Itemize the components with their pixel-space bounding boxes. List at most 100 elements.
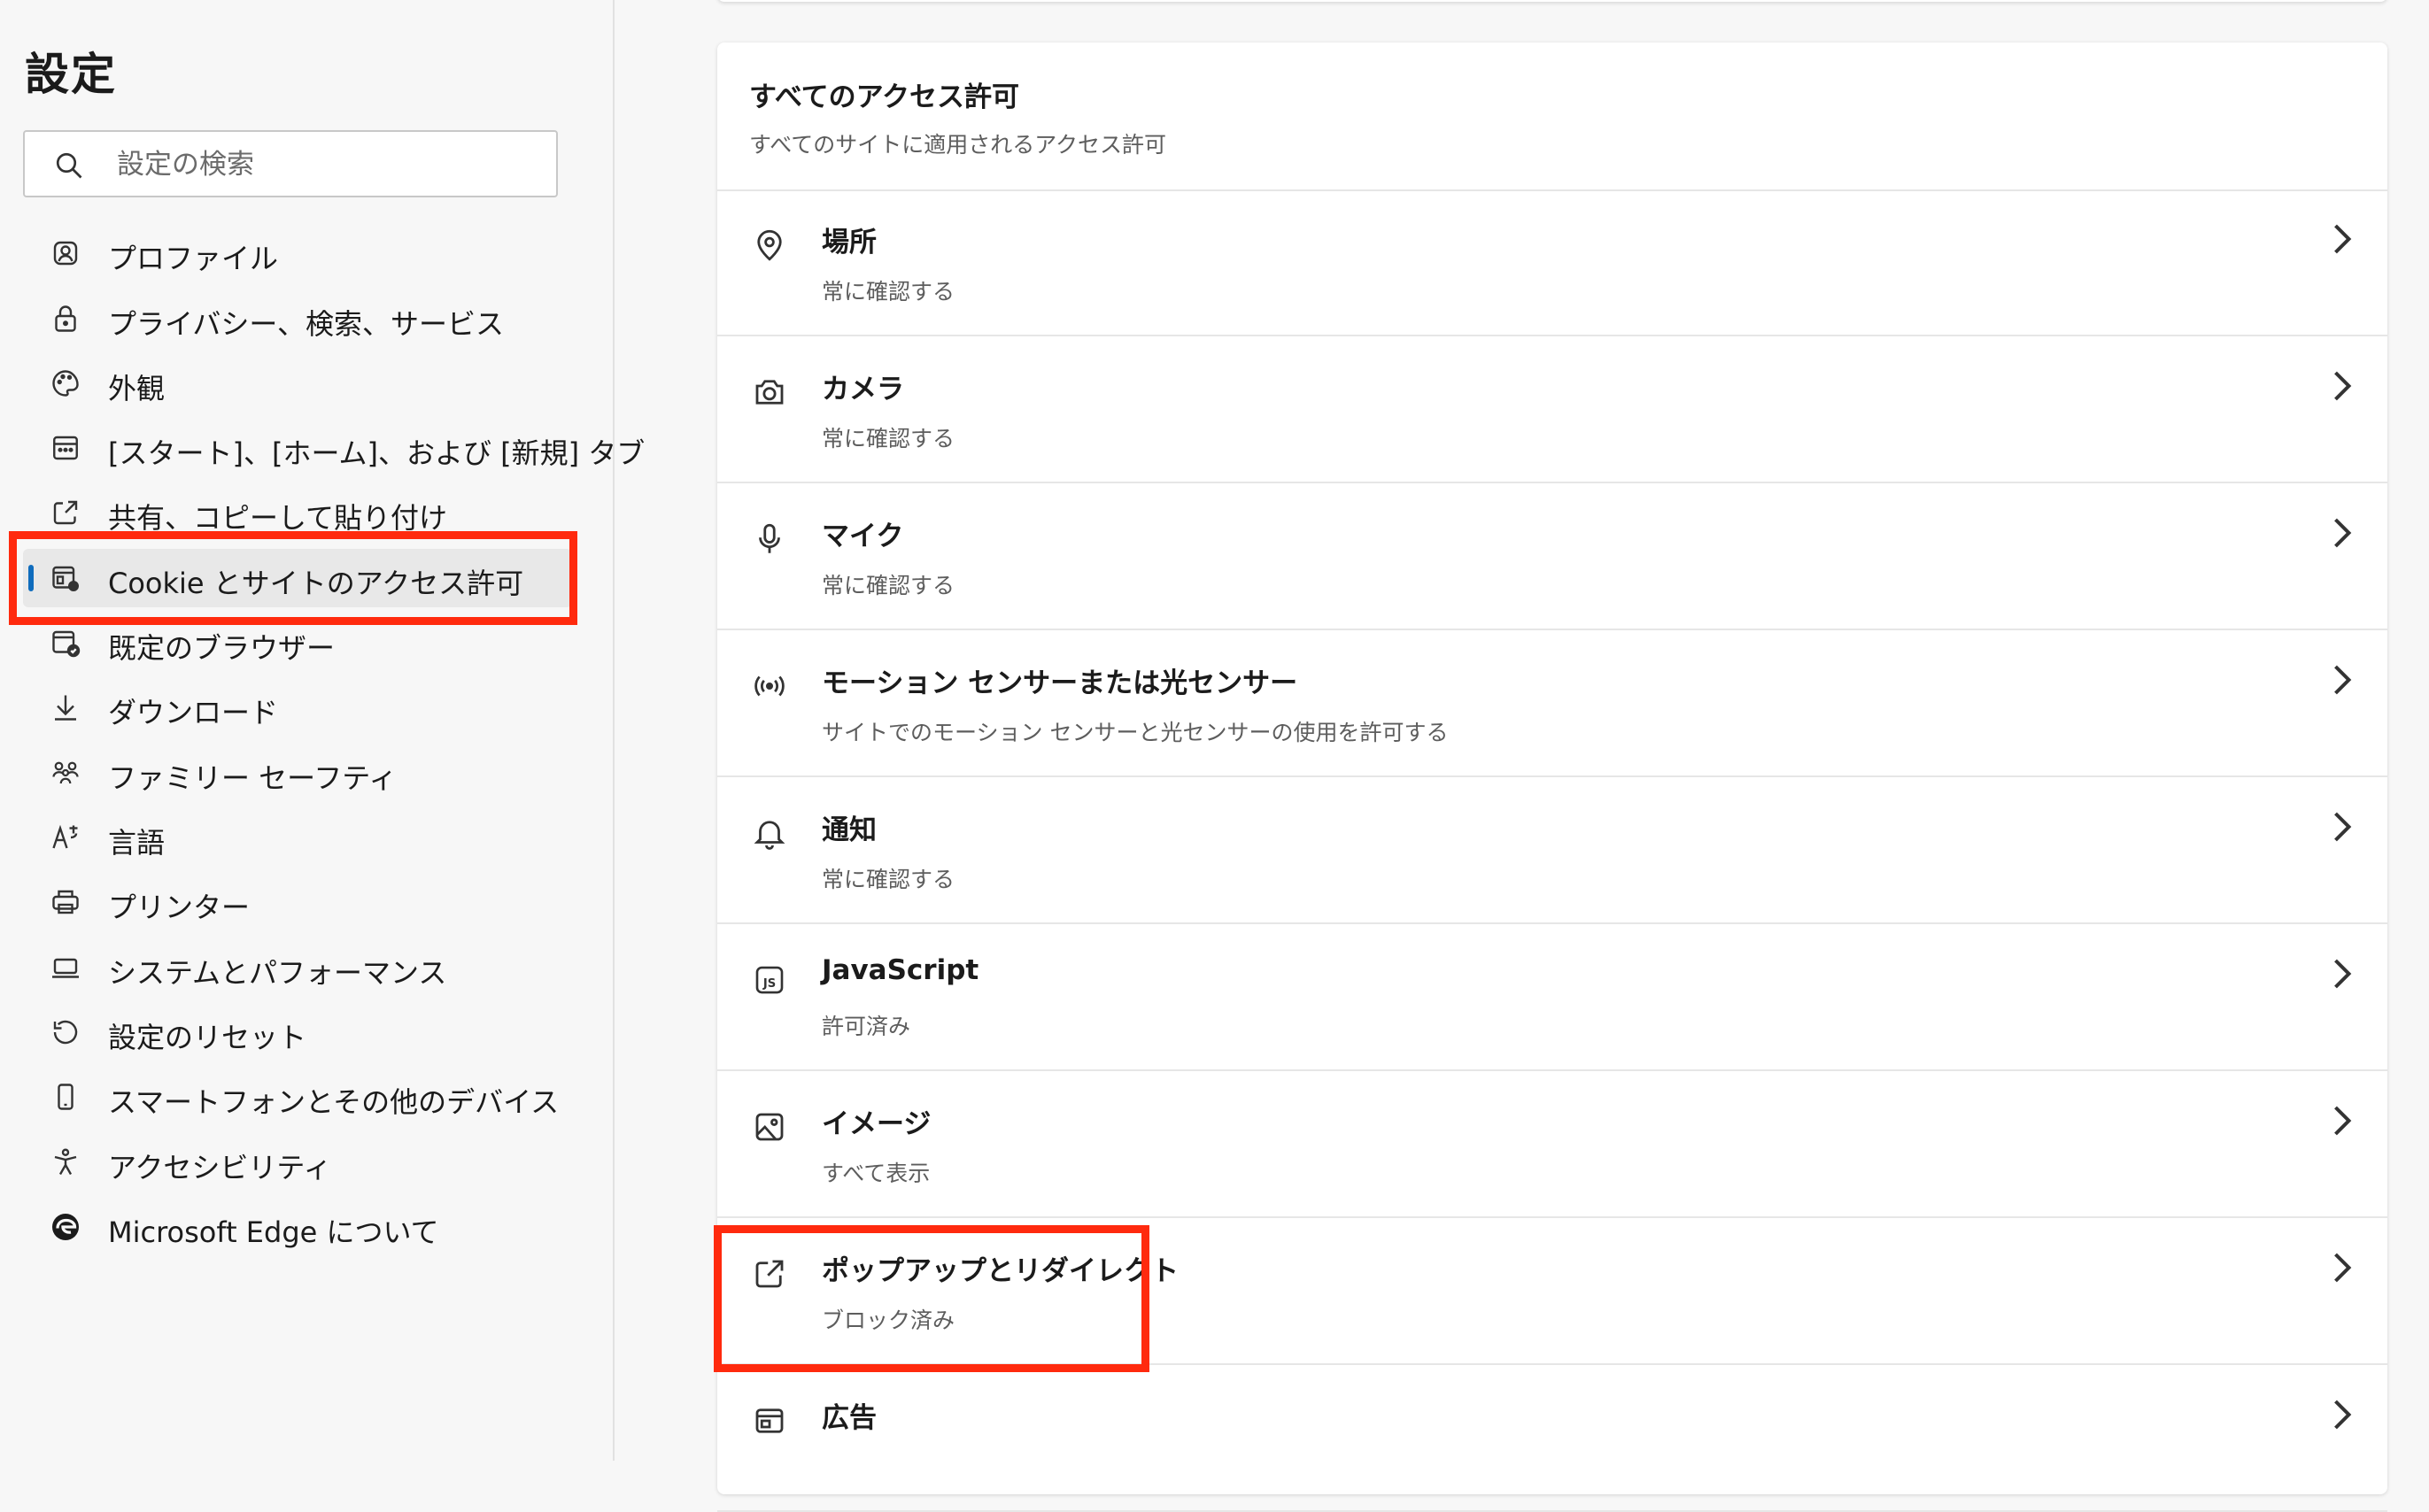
permission-description: すべて表示: [822, 1161, 931, 1186]
sidebar-item-label: 言語: [108, 826, 166, 860]
sidebar-item-privacy[interactable]: プライバシー、検索、サービス: [23, 289, 572, 348]
sidebar-item-family-safety[interactable]: ファミリー セーフティ: [23, 744, 572, 802]
sidebar-item-label: ダウンロード: [108, 696, 279, 729]
search-input[interactable]: [115, 143, 544, 187]
sidebar-item-label: 外観: [108, 372, 166, 405]
new-tab-icon: [50, 432, 81, 464]
sidebar-item-phone-devices[interactable]: スマートフォンとその他のデバイス: [23, 1068, 572, 1126]
permission-title: JavaScript: [822, 954, 979, 986]
share-icon: [50, 497, 81, 528]
sidebar-item-language[interactable]: 言語: [23, 808, 572, 867]
permission-row-javascript[interactable]: JS JavaScript 許可済み: [717, 924, 2387, 1071]
permission-title: カメラ: [822, 374, 904, 405]
popup-icon: [751, 1255, 788, 1292]
permission-description: ブロック済み: [822, 1308, 955, 1333]
sidebar-item-accessibility[interactable]: アクセシビリティ: [23, 1133, 572, 1192]
permission-title: マイク: [822, 521, 904, 552]
lock-icon: [50, 303, 81, 335]
sidebar-item-label: Microsoft Edge について: [108, 1215, 439, 1249]
svg-text:JS: JS: [762, 977, 776, 991]
palette-icon: [50, 367, 81, 399]
permission-row-notifications[interactable]: 通知 常に確認する: [717, 777, 2387, 924]
sidebar-item-about-edge[interactable]: Microsoft Edge について: [23, 1198, 572, 1256]
section-subtitle: すべてのサイトに適用されるアクセス許可: [749, 132, 1167, 158]
sidebar-item-label: システムとパフォーマンス: [108, 956, 447, 990]
sidebar-item-system-performance[interactable]: システムとパフォーマンス: [23, 938, 572, 997]
permission-title: 広告: [822, 1402, 877, 1434]
permission-row-popups-redirects[interactable]: ポップアップとリダイレクト ブロック済み: [717, 1218, 2387, 1365]
sidebar-item-share[interactable]: 共有、コピーして貼り付け: [23, 483, 572, 542]
search-box[interactable]: [23, 130, 558, 197]
chevron-right-icon: [2334, 665, 2352, 695]
settings-sidebar: 設定 プロファイル プライバシー、検索、サービス 外観 [スタート]、[ホーム]…: [0, 0, 645, 1461]
permission-description: 常に確認する: [822, 279, 955, 305]
sidebar-item-default-browser[interactable]: 既定のブラウザー: [23, 613, 572, 672]
sidebar-item-label: プライバシー、検索、サービス: [108, 307, 505, 341]
sidebar-item-label: 設定のリセット: [108, 1021, 307, 1054]
language-icon: [50, 822, 81, 853]
page-title: 設定: [25, 49, 117, 100]
sidebar-item-cookies-permissions[interactable]: Cookie とサイトのアクセス許可: [23, 549, 572, 607]
reset-icon: [50, 1016, 81, 1048]
chevron-right-icon: [2334, 1400, 2352, 1430]
sidebar-item-label: ファミリー セーフティ: [108, 761, 398, 795]
sidebar-item-label: プロファイル: [108, 242, 279, 275]
chevron-right-icon: [2334, 959, 2352, 989]
sidebar-item-appearance[interactable]: 外観: [23, 354, 572, 413]
javascript-icon: JS: [751, 961, 788, 999]
chevron-right-icon: [2334, 1106, 2352, 1136]
motion-sensor-icon: [751, 667, 788, 705]
sidebar-item-new-tab[interactable]: [スタート]、[ホーム]、および [新規] タブ: [23, 419, 645, 477]
permission-row-ads[interactable]: 広告: [717, 1365, 2387, 1512]
chevron-right-icon: [2334, 812, 2352, 842]
sidebar-item-printers[interactable]: プリンター: [23, 873, 572, 931]
permission-row-location[interactable]: 場所 常に確認する: [717, 189, 2387, 336]
permission-description: 常に確認する: [822, 426, 955, 451]
default-browser-icon: [50, 627, 81, 659]
permission-title: モーション センサーまたは光センサー: [822, 667, 1298, 699]
permission-description: サイトでのモーション センサーと光センサーの使用を許可する: [822, 720, 1449, 745]
chevron-right-icon: [2334, 224, 2352, 254]
ads-icon: [751, 1402, 788, 1439]
all-permissions-card: すべてのアクセス許可 すべてのサイトに適用されるアクセス許可 場所 常に確認する…: [717, 42, 2387, 1512]
image-icon: [751, 1108, 788, 1146]
sidebar-item-label: アクセシビリティ: [108, 1151, 332, 1184]
sidebar-item-label: 既定のブラウザー: [108, 631, 336, 665]
permission-title: 場所: [822, 227, 877, 258]
phone-icon: [50, 1081, 81, 1113]
permission-title: イメージ: [822, 1108, 932, 1140]
sidebar-item-label: スマートフォンとその他のデバイス: [108, 1085, 560, 1119]
sidebar-item-label: [スタート]、[ホーム]、および [新規] タブ: [108, 436, 646, 470]
permission-row-camera[interactable]: カメラ 常に確認する: [717, 336, 2387, 483]
sidebar-item-reset[interactable]: 設定のリセット: [23, 1003, 572, 1061]
permission-title: 通知: [822, 814, 877, 846]
chevron-right-icon: [2334, 518, 2352, 548]
sidebar-item-label: 共有、コピーして貼り付け: [108, 501, 448, 535]
sidebar-item-profile[interactable]: プロファイル: [23, 224, 572, 282]
accessibility-icon: [50, 1146, 81, 1178]
download-icon: [50, 691, 81, 723]
permission-description: 常に確認する: [822, 573, 955, 598]
previous-card: [717, 0, 2387, 2]
sidebar-item-downloads[interactable]: ダウンロード: [23, 678, 572, 737]
microphone-icon: [751, 521, 788, 558]
printer-icon: [50, 886, 81, 918]
bell-icon: [751, 814, 788, 852]
chevron-right-icon: [2334, 1253, 2352, 1283]
camera-icon: [751, 374, 788, 411]
permission-description: 常に確認する: [822, 867, 955, 892]
laptop-icon: [50, 952, 81, 984]
permission-row-motion-sensors[interactable]: モーション センサーまたは光センサー サイトでのモーション センサーと光センサー…: [717, 630, 2387, 777]
edge-logo-icon: [50, 1211, 81, 1243]
profile-icon: [50, 237, 81, 269]
site-permissions-icon: [50, 562, 81, 594]
permission-row-images[interactable]: イメージ すべて表示: [717, 1071, 2387, 1218]
permission-row-microphone[interactable]: マイク 常に確認する: [717, 483, 2387, 630]
section-title: すべてのアクセス許可: [749, 81, 1020, 113]
location-icon: [751, 227, 788, 264]
chevron-right-icon: [2334, 371, 2352, 401]
family-icon: [50, 757, 81, 789]
permission-title: ポップアップとリダイレクト: [822, 1255, 1179, 1287]
search-icon: [56, 152, 82, 179]
permissions-header: すべてのアクセス許可 すべてのサイトに適用されるアクセス許可: [717, 42, 2387, 191]
